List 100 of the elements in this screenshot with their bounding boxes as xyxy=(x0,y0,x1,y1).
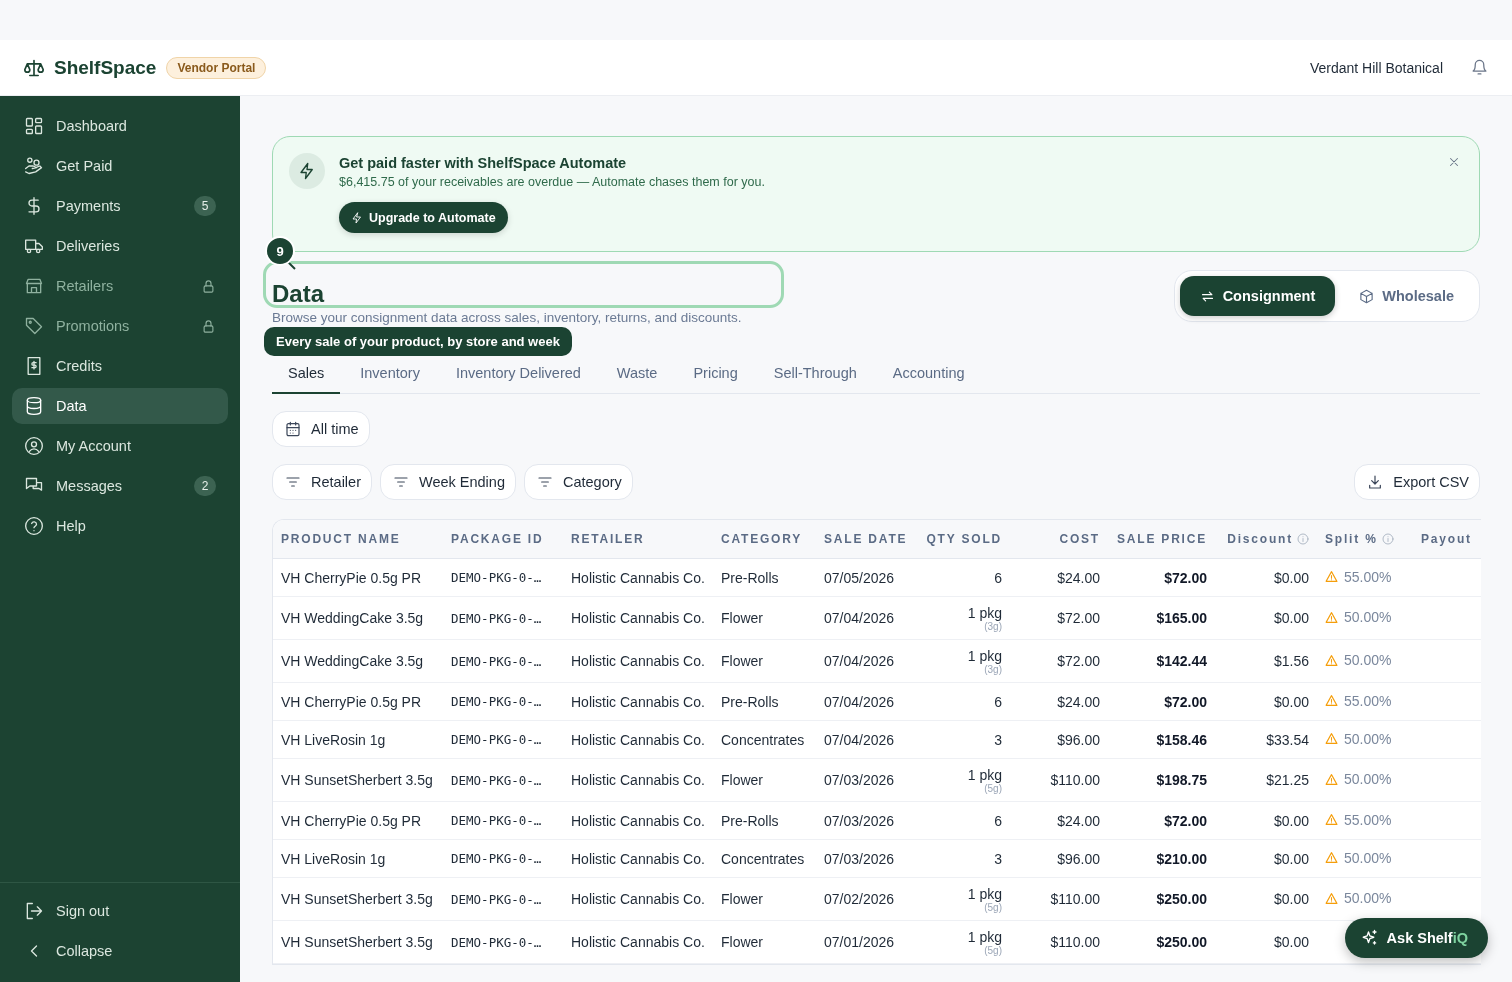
info-icon xyxy=(1381,533,1394,545)
table-cell: $24.00 xyxy=(1057,569,1100,586)
table-cell: $21.25 xyxy=(1266,772,1309,788)
table-cell: Concentrates xyxy=(721,731,805,748)
table-cell: 50.00% xyxy=(1344,849,1392,866)
unit-note: (5g) xyxy=(984,945,1002,956)
table-cell: $33.54 xyxy=(1266,731,1309,748)
calendar-icon xyxy=(285,421,301,437)
table-cell: Pre-Rolls xyxy=(721,693,779,710)
filter-button[interactable]: Week Ending xyxy=(379,464,516,500)
table-cell: 07/04/2026 xyxy=(824,653,895,669)
table-cell: $0.00 xyxy=(1273,891,1309,907)
hand-coin-icon xyxy=(24,156,44,176)
table-cell: 50.00% xyxy=(1344,652,1392,669)
sidebar-item[interactable]: Credits xyxy=(12,348,228,384)
tab[interactable]: Sell-Through xyxy=(757,354,873,394)
table-cell: DEMO-PKG-0-… xyxy=(451,732,542,747)
info-icon xyxy=(1297,533,1309,545)
tag-icon xyxy=(24,316,44,336)
sidebar-item[interactable]: Dashboard xyxy=(12,108,228,144)
page-title: Data xyxy=(272,280,325,308)
warning-icon xyxy=(1325,610,1338,624)
table-cell: DEMO-PKG-0-… xyxy=(451,610,542,626)
table-cell: 07/04/2026 xyxy=(824,610,895,626)
filter-button[interactable]: Retailer xyxy=(272,464,372,500)
table-cell: Holistic Cannabis Co. xyxy=(571,731,705,748)
table-cell: Holistic Cannabis Co. xyxy=(571,693,705,710)
table-cell: 1 pkg xyxy=(967,767,1002,783)
table-cell: 07/04/2026 xyxy=(824,731,895,748)
tab[interactable]: Sales xyxy=(272,354,341,394)
page-subtitle: Browse your consignment data across sales, inventory, returns, and discounts. xyxy=(272,310,743,326)
sign-out-icon xyxy=(24,901,44,921)
sidebar-item[interactable]: Get Paid xyxy=(12,148,228,184)
sidebar-item[interactable]: Help xyxy=(12,508,228,544)
tab[interactable]: Pricing xyxy=(677,354,754,394)
table-cell: DEMO-PKG-0-… xyxy=(451,813,542,828)
help-icon xyxy=(24,516,44,536)
column-header: COST xyxy=(1059,532,1100,546)
sidebar-item[interactable]: Deliveries xyxy=(12,228,228,264)
sparkle-icon xyxy=(1360,929,1379,947)
table-cell: Flower xyxy=(721,772,763,788)
table-cell: $110.00 xyxy=(1050,934,1100,950)
bolt-icon xyxy=(298,162,316,180)
user-circle-icon xyxy=(24,436,44,456)
tab[interactable]: Inventory Delivered xyxy=(439,354,597,394)
table-cell: $198.75 xyxy=(1156,772,1207,788)
table-cell: VH CherryPie 0.5g PR xyxy=(281,812,422,829)
unit-note: (3g) xyxy=(984,664,1002,675)
tab[interactable]: Waste xyxy=(600,354,674,394)
table-cell: 07/02/2026 xyxy=(824,891,895,907)
notifications-button[interactable] xyxy=(1471,59,1488,76)
table-cell: DEMO-PKG-0-… xyxy=(451,694,542,709)
table-cell: Holistic Cannabis Co. xyxy=(571,934,705,950)
sidebar-item[interactable]: Retailers xyxy=(12,268,228,304)
filter-icon xyxy=(392,474,409,490)
portal-badge: Vendor Portal xyxy=(166,56,267,79)
column-header: SALE PRICE xyxy=(1117,532,1207,546)
lock-icon xyxy=(201,278,216,294)
sidebar-item[interactable]: Messages 2 xyxy=(12,468,228,504)
table-cell: 07/01/2026 xyxy=(824,934,895,950)
filter-button[interactable]: Category xyxy=(523,464,633,500)
tab[interactable]: Accounting xyxy=(876,354,981,394)
table-cell: 6 xyxy=(994,812,1002,829)
scale-icon xyxy=(24,57,44,78)
table-cell: DEMO-PKG-0-… xyxy=(451,851,542,866)
table-cell: DEMO-PKG-0-… xyxy=(451,934,542,950)
date-filter-button[interactable]: All time xyxy=(272,411,370,447)
table-cell: VH SunsetSherbert 3.5g xyxy=(281,934,433,950)
brand-name: ShelfSpace xyxy=(54,56,157,79)
table-cell: VH SunsetSherbert 3.5g xyxy=(281,772,433,788)
sidebar-item[interactable]: Collapse xyxy=(12,933,228,969)
close-button[interactable] xyxy=(1447,155,1461,169)
sidebar-item[interactable]: Payments 5 xyxy=(12,188,228,224)
export-button[interactable]: Export CSV xyxy=(1354,464,1480,500)
sidebar-item[interactable]: My Account xyxy=(12,428,228,464)
warning-icon xyxy=(1325,570,1338,584)
table-cell: $24.00 xyxy=(1057,693,1100,710)
ask-assistant-button[interactable]: Ask ShelfiQ xyxy=(1344,918,1488,958)
warning-icon xyxy=(1325,732,1338,746)
table-cell: VH LiveRosin 1g xyxy=(281,850,386,867)
close-icon xyxy=(1447,155,1461,169)
table-cell: 55.00% xyxy=(1344,811,1392,828)
table-cell: VH SunsetSherbert 3.5g xyxy=(281,891,433,907)
mode-toggle-option[interactable]: Wholesale xyxy=(1339,276,1474,316)
table-cell: DEMO-PKG-0-… xyxy=(451,570,542,585)
table-cell: 55.00% xyxy=(1344,568,1392,585)
sidebar-item[interactable]: Sign out xyxy=(12,893,228,929)
column-header: Split % xyxy=(1325,532,1378,546)
sidebar-item[interactable]: Promotions xyxy=(12,308,228,344)
mode-toggle-option[interactable]: Consignment xyxy=(1179,276,1336,316)
table-cell: VH CherryPie 0.5g PR xyxy=(281,693,422,710)
column-header: CATEGORY xyxy=(721,532,803,546)
table-cell: $158.46 xyxy=(1156,731,1207,748)
bolt-icon xyxy=(351,211,363,224)
upgrade-button[interactable]: Upgrade to Automate xyxy=(339,202,508,233)
table-cell: Pre-Rolls xyxy=(721,812,779,829)
sidebar-item[interactable]: Data xyxy=(12,388,228,424)
tab[interactable]: Inventory xyxy=(344,354,436,394)
database-icon xyxy=(24,396,44,416)
table-cell: $0.00 xyxy=(1273,850,1309,867)
